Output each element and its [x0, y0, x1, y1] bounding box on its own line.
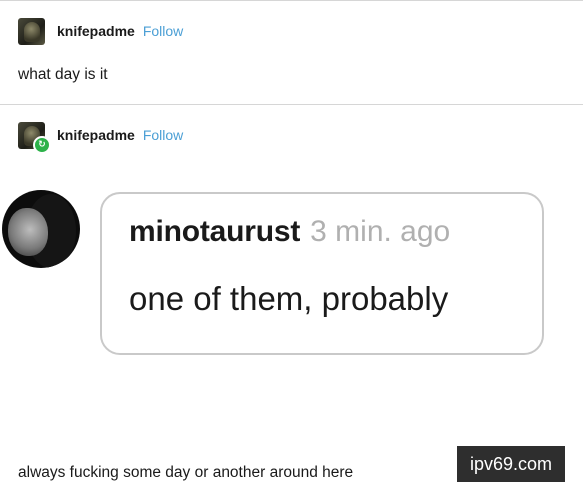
- avatar-figure: [24, 21, 40, 42]
- username-link[interactable]: knifepadme: [57, 23, 135, 39]
- post-divider: [0, 104, 583, 105]
- follow-button[interactable]: Follow: [143, 23, 183, 39]
- comment-text: one of them, probably: [129, 280, 449, 317]
- watermark: ipv69.com: [457, 446, 565, 482]
- post-text: what day is it: [18, 66, 108, 83]
- comment-username: minotaurust: [129, 215, 301, 248]
- comment-header: minotaurust 3 min. ago: [129, 215, 450, 249]
- post-header-1: knifepadme Follow: [18, 17, 183, 45]
- follow-button[interactable]: Follow: [143, 127, 183, 143]
- avatar-face: [8, 208, 48, 256]
- commenter-avatar: [2, 190, 80, 268]
- username-link[interactable]: knifepadme: [57, 127, 135, 143]
- reblog-caption: always fucking some day or another aroun…: [18, 464, 354, 481]
- comment-bubble: minotaurust 3 min. ago one of them, proba…: [100, 192, 544, 355]
- top-divider: [0, 0, 583, 1]
- comment-timestamp: 3 min. ago: [310, 215, 451, 248]
- reblog-icon: ↻: [33, 136, 51, 154]
- user-avatar-icon[interactable]: [18, 17, 45, 45]
